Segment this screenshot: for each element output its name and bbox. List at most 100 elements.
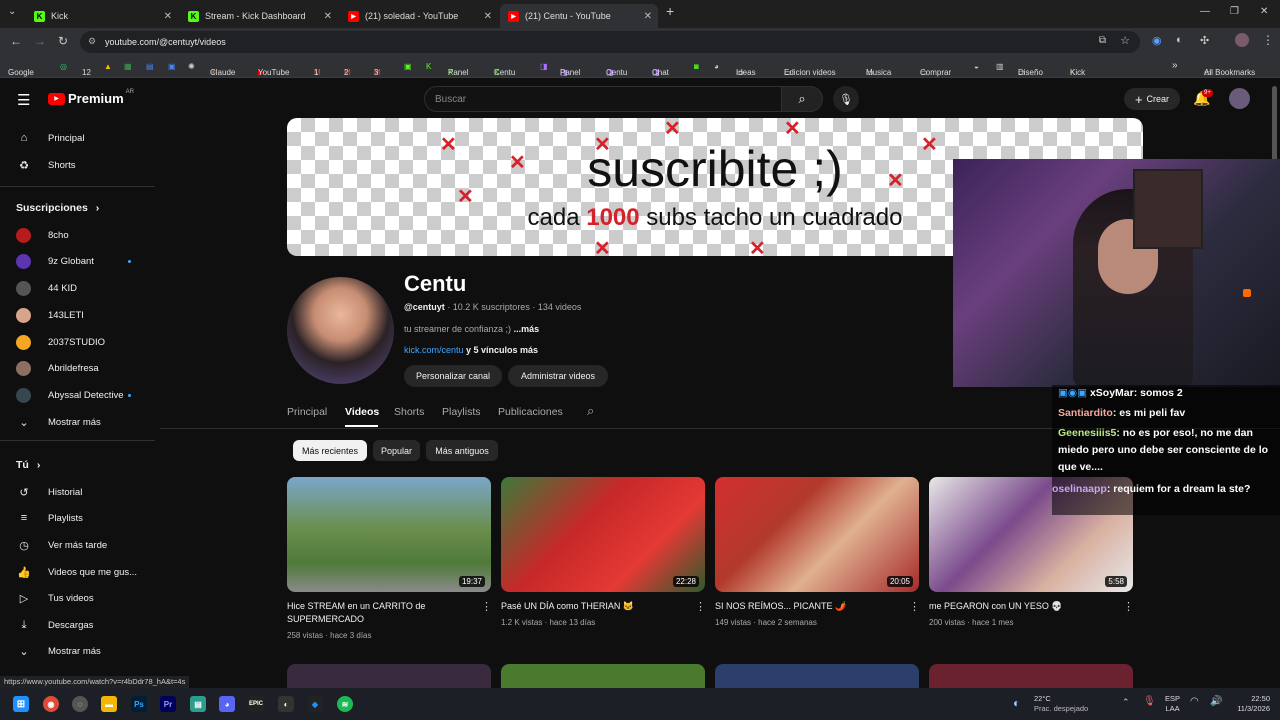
tab-kick-dashboard[interactable]: K Stream - Kick Dashboard ✕ (180, 4, 338, 28)
epic-games-icon[interactable]: EPIC (248, 696, 264, 712)
chip-oldest[interactable]: Más antiguos (426, 440, 498, 461)
twitch-icon[interactable]: ◨ (540, 62, 548, 71)
sidebar-sub-9z-globant[interactable]: 9z Globant (16, 251, 94, 271)
video-options-icon[interactable]: ⋮ (909, 600, 920, 613)
chrome-icon[interactable]: ◉ (43, 696, 59, 712)
reload-icon[interactable]: ↻ (58, 34, 68, 48)
clock[interactable]: 22:50 11/3/2026 (1228, 694, 1270, 714)
weather-widget[interactable]: 22°C Prac. despejado (1034, 694, 1088, 714)
photoshop-icon[interactable]: Ps (131, 696, 147, 712)
minimize-icon[interactable]: — (1200, 6, 1210, 17)
video-title[interactable]: Hice STREAM en un CARRITO de SUPERMERCAD… (287, 600, 477, 626)
sidebar-item-shorts[interactable]: ♻ Shorts (16, 155, 75, 175)
new-tab-button[interactable]: + (666, 3, 674, 19)
sidebar-item-playlists[interactable]: ≡ Playlists (16, 508, 83, 528)
sidebar-you-header[interactable]: Tú › (16, 455, 40, 475)
tab-shorts[interactable]: Shorts (394, 406, 424, 418)
windows-start-icon[interactable]: ⊞ (13, 696, 29, 712)
premiere-icon[interactable]: Pr (160, 696, 176, 712)
app-icon[interactable]: ◌ (72, 696, 88, 712)
sidebar-show-more-you[interactable]: ⌄ Mostrar más (16, 641, 100, 661)
sidebar-sub-44-kid[interactable]: 44 KID (16, 278, 77, 298)
channel-avatar-large[interactable] (287, 277, 394, 384)
video-thumbnail[interactable] (287, 664, 491, 688)
kick-icon[interactable]: K (426, 62, 431, 71)
video-options-icon[interactable]: ⋮ (695, 600, 706, 613)
whatsapp-icon[interactable]: ◎ (60, 62, 67, 71)
app-icon[interactable]: ◆ (307, 696, 323, 712)
tab-principal[interactable]: Principal (287, 406, 327, 418)
tab-centu[interactable]: ▶ (21) Centu - YouTube ✕ (500, 4, 658, 28)
menu-kebab-icon[interactable]: ⋮ (1262, 33, 1274, 47)
wifi-icon[interactable]: ◠ (1190, 696, 1199, 707)
sidebar-show-more-subs[interactable]: ⌄ Mostrar más (16, 412, 100, 432)
microphone-icon[interactable]: 🎙 (1143, 696, 1156, 707)
more-bookmarks-icon[interactable]: » (1172, 60, 1178, 71)
forward-icon[interactable]: → (34, 34, 46, 48)
sidebar-sub-143leti[interactable]: 143LETI (16, 305, 84, 325)
tray-chevron-icon[interactable]: ⌃ (1122, 697, 1130, 708)
streamlabs-icon[interactable]: ◙ (694, 62, 699, 71)
discord-icon[interactable]: ◕ (219, 696, 235, 712)
bookmark-star-icon[interactable]: ☆ (1120, 34, 1130, 47)
spotify-icon[interactable]: ≋ (337, 696, 353, 712)
volume-icon[interactable]: 🔊 (1210, 696, 1222, 707)
drive-icon[interactable]: ▲ (104, 62, 112, 71)
url-field[interactable]: ⚙ youtube.com/@centuyt/videos ⧉ ☆ (80, 31, 1140, 53)
back-icon[interactable]: ← (10, 34, 22, 48)
extension-icon[interactable]: ◉ (1152, 34, 1162, 47)
site-info-icon[interactable]: ⚙ (88, 36, 96, 47)
close-tab-icon[interactable]: ✕ (644, 11, 652, 22)
video-thumbnail[interactable]: 20:05 (715, 477, 919, 592)
tab-kick[interactable]: K Kick ✕ (26, 4, 178, 28)
sidebar-sub-8cho[interactable]: 8cho (16, 225, 69, 245)
extensions-puzzle-icon[interactable]: ✣ (1200, 34, 1209, 47)
sidebar-item-liked-videos[interactable]: 👍 Videos que me gus... (16, 562, 137, 582)
channel-search-icon[interactable]: ⌕ (587, 403, 594, 419)
manage-videos-button[interactable]: Administrar videos (508, 365, 608, 387)
chip-popular[interactable]: Popular (373, 440, 420, 461)
profile-avatar[interactable] (1235, 33, 1249, 47)
sheets-icon[interactable]: ▦ (124, 62, 132, 71)
channel-description[interactable]: tu streamer de confianza ;) ...más (404, 324, 539, 334)
sidebar-sub-abrildefresa[interactable]: Abrildefresa (16, 358, 99, 378)
install-icon[interactable]: ⧉ (1099, 35, 1106, 46)
video-options-icon[interactable]: ⋮ (1123, 600, 1134, 613)
extension-icon[interactable]: ◐ (1176, 34, 1183, 46)
close-window-icon[interactable]: ✕ (1260, 6, 1268, 17)
notepad-icon[interactable]: ▤ (190, 696, 206, 712)
video-title[interactable]: me PEGARON con UN YESO 💀 (929, 600, 1119, 613)
maximize-icon[interactable]: ❐ (1230, 6, 1239, 17)
sidebar-item-your-videos[interactable]: ▷ Tus videos (16, 588, 94, 608)
docs-icon[interactable]: ▤ (146, 62, 154, 71)
video-thumbnail[interactable]: 22:28 (501, 477, 705, 592)
printer-icon[interactable]: ▥ (996, 62, 1004, 71)
tab-videos[interactable]: Videos (345, 406, 379, 418)
sidebar-sub-2037studio[interactable]: 2037STUDIO (16, 332, 105, 352)
language-indicator[interactable]: ESP LAA (1165, 694, 1180, 714)
kick-icon[interactable]: ▣ (404, 62, 412, 71)
mercadolibre-icon[interactable]: ◒ (974, 62, 979, 71)
video-thumbnail[interactable]: 19:37 (287, 477, 491, 592)
create-button[interactable]: + Crear (1124, 88, 1180, 110)
video-thumbnail[interactable] (929, 664, 1133, 688)
close-tab-icon[interactable]: ✕ (164, 11, 172, 22)
sidebar-item-historial[interactable]: ↺ Historial (16, 482, 82, 502)
video-thumbnail[interactable] (501, 664, 705, 688)
sidebar-subscriptions-header[interactable]: Suscripciones › (16, 198, 99, 218)
sidebar-item-principal[interactable]: ⌂ Principal (16, 128, 85, 148)
sidebar-item-watch-later[interactable]: ◷ Ver más tarde (16, 535, 107, 555)
sidebar-sub-abyssal-detective[interactable]: Abyssal Detective (16, 385, 124, 405)
video-options-icon[interactable]: ⋮ (481, 600, 492, 613)
search-input[interactable]: Buscar (424, 86, 782, 112)
close-tab-icon[interactable]: ✕ (484, 11, 492, 22)
tab-search-icon[interactable]: ⌄ (8, 6, 16, 17)
channel-links[interactable]: kick.com/centu y 5 vínculos más (404, 345, 538, 355)
chip-most-recent[interactable]: Más recientes (293, 440, 367, 461)
tab-publicaciones[interactable]: Publicaciones (498, 406, 563, 418)
discord-icon[interactable]: ◕ (714, 62, 719, 71)
close-tab-icon[interactable]: ✕ (324, 11, 332, 22)
tab-playlists[interactable]: Playlists (442, 406, 481, 418)
obs-icon[interactable]: ◐ (278, 696, 294, 712)
weather-icon[interactable]: ◐ (1013, 696, 1020, 710)
